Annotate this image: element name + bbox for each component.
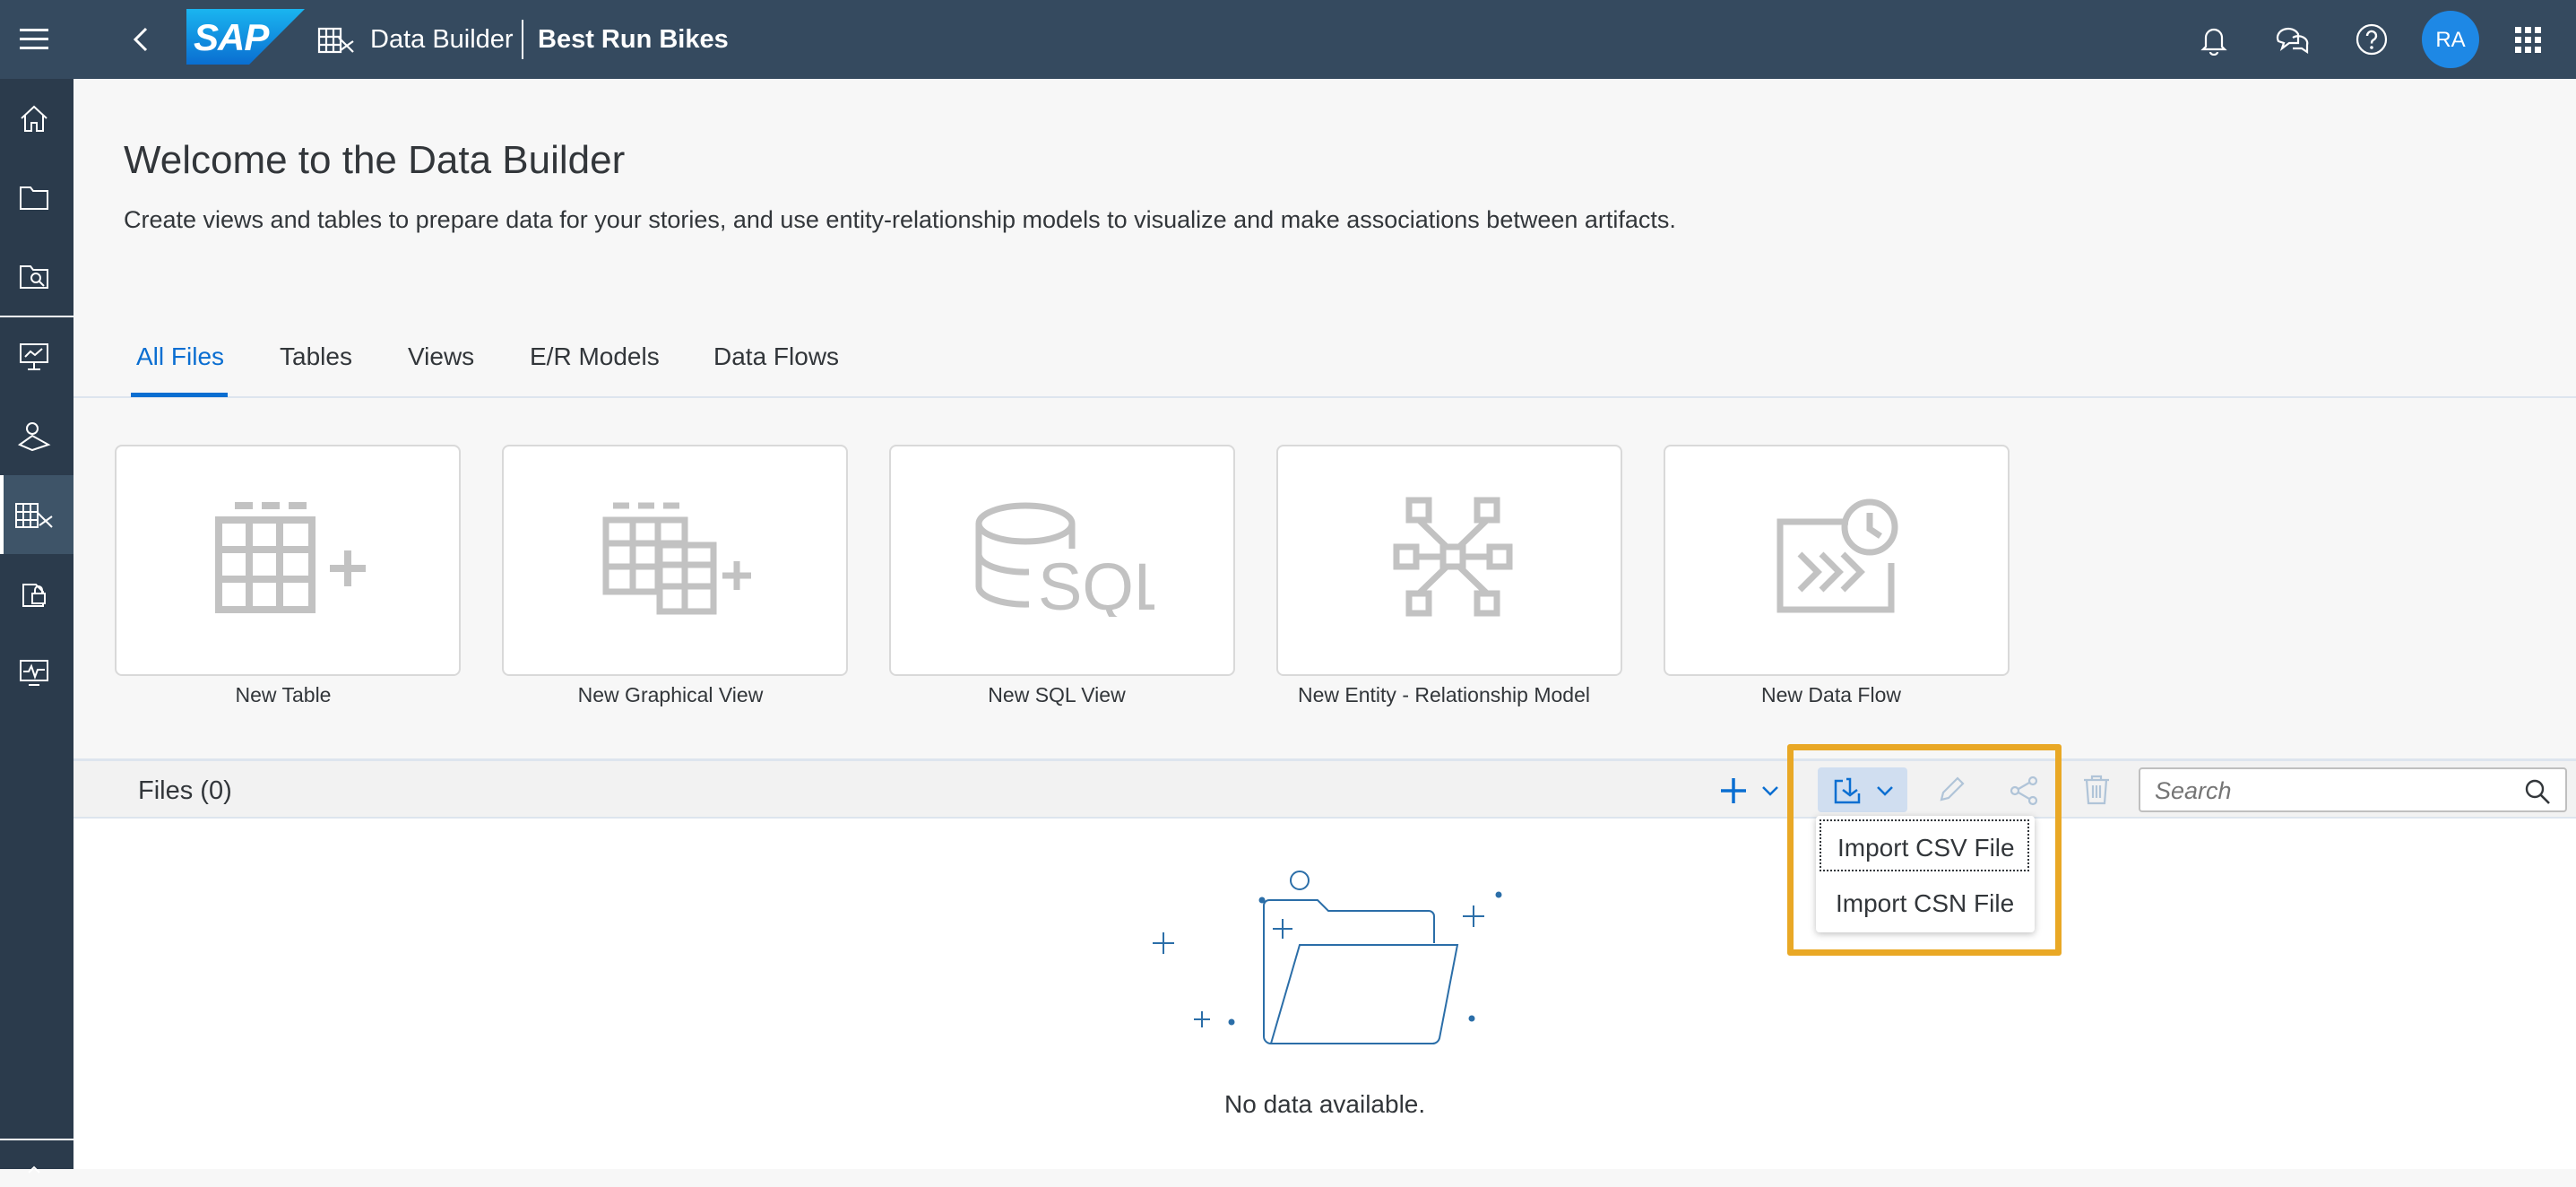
er-model-icon (1393, 497, 1513, 617)
monitor-icon[interactable] (16, 654, 52, 690)
notification-bell-icon[interactable] (2198, 23, 2230, 56)
tab-selected-underline (131, 393, 228, 397)
data-flow-icon (1776, 498, 1898, 613)
new-sql-view-label: New SQL View (988, 683, 1126, 706)
add-menu-button[interactable] (1716, 771, 1787, 809)
feedback-icon[interactable] (2275, 22, 2311, 57)
search-field[interactable] (2139, 767, 2567, 812)
tab-data-flows[interactable]: Data Flows (713, 342, 839, 371)
sap-logo-text: SAP (194, 16, 269, 58)
new-graphical-view-label: New Graphical View (577, 683, 764, 706)
title-divider (522, 20, 523, 59)
page-description: Create views and tables to prepare data … (124, 206, 1676, 233)
empty-state-text: No data available. (1224, 1090, 1426, 1118)
import-csv-menu-item[interactable]: Import CSV File (1820, 819, 2029, 871)
import-menu-popover: Import CSV File Import CSN File (1816, 816, 2035, 932)
tab-bar (73, 396, 2576, 398)
data-search-icon[interactable] (16, 258, 52, 294)
empty-folder-illustration (1153, 871, 1502, 1044)
back-icon[interactable] (130, 25, 151, 54)
delete-icon[interactable] (2081, 773, 2112, 807)
files-title: Files (0) (138, 776, 232, 805)
new-data-flow-label: New Data Flow (1761, 683, 1901, 706)
sidebar-item-data-builder[interactable] (0, 475, 73, 554)
import-csn-menu-item[interactable]: Import CSN File (1820, 877, 2029, 929)
home-icon[interactable] (16, 100, 52, 136)
page-title: Welcome to the Data Builder (124, 138, 626, 182)
menu-icon[interactable] (18, 25, 50, 54)
sidebar-active-indicator (0, 475, 4, 554)
new-er-model-label: New Entity - Relationship Model (1298, 683, 1590, 706)
tab-all-files[interactable]: All Files (136, 342, 224, 371)
tab-views[interactable]: Views (408, 342, 474, 371)
side-navigation (0, 79, 73, 1174)
import-csn-label: Import CSN File (1836, 889, 2015, 917)
chevron-down-icon (1762, 786, 1778, 796)
new-table-tile[interactable] (115, 445, 461, 676)
search-icon[interactable] (2524, 778, 2551, 805)
graphical-view-icon (602, 502, 751, 615)
new-sql-view-tile[interactable]: SQL (889, 445, 1235, 676)
help-icon[interactable] (2355, 22, 2389, 56)
data-builder-nav-icon (15, 503, 53, 528)
expand-icon[interactable] (16, 1151, 52, 1187)
security-icon[interactable] (16, 576, 52, 611)
tab-er-models[interactable]: E/R Models (530, 342, 660, 371)
new-data-flow-tile[interactable] (1664, 445, 2010, 676)
presentation-icon[interactable] (16, 339, 52, 375)
data-builder-icon (317, 27, 354, 54)
app-title: Data Builder (370, 25, 514, 54)
avatar[interactable]: RA (2422, 11, 2479, 68)
svg-text:SQL: SQL (1038, 550, 1154, 617)
new-table-label: New Table (235, 683, 332, 706)
sap-logo[interactable]: SAP (186, 9, 305, 65)
product-switch-icon[interactable] (2513, 25, 2544, 56)
tab-tables[interactable]: Tables (280, 342, 352, 371)
new-er-model-tile[interactable] (1276, 445, 1622, 676)
table-add-icon (215, 502, 366, 613)
avatar-initials: RA (2435, 28, 2466, 52)
sidebar-divider-2 (0, 1139, 73, 1140)
import-csv-label: Import CSV File (1837, 834, 2015, 862)
new-graphical-view-tile[interactable] (502, 445, 848, 676)
add-icon (1721, 778, 1746, 803)
sql-icon: SQL (975, 502, 1154, 617)
shell-bar: SAP Data Builder Best Run Bikes RA (0, 0, 2576, 79)
folder-icon[interactable] (16, 179, 52, 215)
connections-icon[interactable] (16, 418, 52, 454)
search-input[interactable] (2153, 775, 2515, 807)
sidebar-divider-1 (0, 316, 73, 317)
space-title[interactable]: Best Run Bikes (538, 25, 729, 55)
